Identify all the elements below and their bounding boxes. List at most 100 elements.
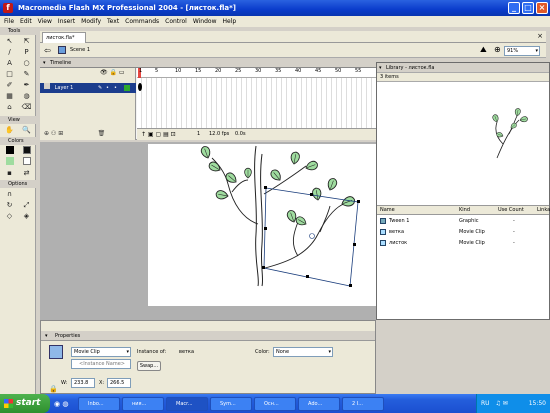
swap-button[interactable]: Swap... [137, 361, 161, 371]
subselect-tool-icon[interactable]: ⇱ [18, 36, 35, 47]
menu-modify[interactable]: Modify [81, 18, 101, 25]
library-item-count: 3 items [377, 73, 549, 82]
library-title[interactable]: ▾ Library - листок.fla [377, 63, 549, 73]
free-transform-tool-icon[interactable]: ▦ [1, 91, 18, 102]
tray-icons[interactable]: ♫ ✉ [495, 400, 507, 407]
col-name[interactable]: Name [380, 206, 395, 215]
layer-tool-icons[interactable]: ⊕ ⚇ ⊞ 🗑 [44, 130, 105, 137]
instance-of-value: ветка [179, 349, 195, 355]
symbol-behavior-select[interactable]: Movie Clip ▾ [71, 347, 131, 357]
menu-insert[interactable]: Insert [58, 18, 75, 25]
library-preview [377, 82, 549, 206]
maximize-button[interactable]: □ [522, 2, 534, 14]
properties-header[interactable]: ▾ Properties [41, 331, 375, 341]
menu-edit[interactable]: Edit [20, 18, 32, 25]
menu-window[interactable]: Window [193, 18, 217, 25]
fill-transform-tool-icon[interactable]: ◍ [18, 91, 35, 102]
distort-icon[interactable]: ◇ [1, 211, 18, 222]
col-kind[interactable]: Kind [459, 206, 470, 215]
rotate-skew-icon[interactable]: ↻ [1, 200, 18, 211]
taskbar-item[interactable]: Macr... [166, 396, 208, 411]
document-tab[interactable]: листок.fla* [42, 32, 86, 43]
minimize-button[interactable]: _ [508, 2, 520, 14]
width-field[interactable]: 233.8 [71, 378, 95, 388]
stroke-color-icon[interactable] [1, 146, 18, 157]
selected-instance[interactable] [262, 176, 360, 287]
oval-tool-icon[interactable]: ○ [18, 58, 35, 69]
language-indicator[interactable]: RU [481, 400, 490, 407]
view-header: View [0, 116, 36, 124]
instance-name-input[interactable]: <Instance Name> [71, 359, 131, 369]
eraser-tool-icon[interactable]: ⌫ [18, 102, 35, 113]
start-button[interactable]: start [0, 394, 50, 413]
width-label: W: [61, 380, 68, 386]
x-field[interactable]: 266.5 [107, 378, 131, 388]
envelope-icon[interactable]: ◈ [18, 211, 35, 222]
scene-name: Scene 1 [70, 47, 91, 53]
current-frame: 1 [197, 131, 201, 137]
taskbar-item[interactable]: Ado... [298, 396, 340, 411]
movie-clip-icon [49, 345, 63, 359]
options-header: Options [0, 180, 36, 188]
col-linkage[interactable]: Linka [537, 206, 550, 215]
scene-icon [58, 46, 66, 54]
color-effect-select[interactable]: None ▾ [273, 347, 333, 357]
menu-commands[interactable]: Commands [125, 18, 159, 25]
library-item[interactable]: листок Movie Clip - [377, 238, 549, 248]
onion-skin-icons[interactable]: ↑ ▣ ▢ ▤ ⊡ [141, 129, 176, 140]
swap-colors-icon[interactable]: ⇄ [18, 168, 35, 179]
scale-icon[interactable]: ⤢ [18, 200, 35, 211]
taskbar-item[interactable]: Осн... [254, 396, 296, 411]
rectangle-tool-icon[interactable]: □ [1, 69, 18, 80]
layer-row[interactable]: Layer 1 ✎ • • [40, 83, 136, 93]
frame-rate: 12.0 fps [209, 131, 230, 137]
menu-text[interactable]: Text [107, 18, 119, 25]
menu-control[interactable]: Control [165, 18, 187, 25]
menu-help[interactable]: Help [223, 18, 237, 25]
line-tool-icon[interactable]: / [1, 47, 18, 58]
x-label: X: [99, 380, 105, 386]
arrow-tool-icon[interactable]: ↖ [1, 36, 18, 47]
taskbar-item[interactable]: ния... [122, 396, 164, 411]
branch-drawing[interactable] [148, 144, 376, 306]
library-item[interactable]: Tween 1 Graphic - [377, 216, 549, 226]
edit-symbol-icon[interactable]: ⊕ [494, 45, 501, 54]
library-item[interactable]: ветка Movie Clip - [377, 227, 549, 237]
zoom-tool-icon[interactable]: 🔍 [18, 125, 35, 136]
taskbar-item[interactable]: 2 I... [342, 396, 384, 411]
back-arrow-icon[interactable]: ⇦ [44, 46, 51, 55]
edit-bar: ⇦ Scene 1 ⛰ ⊕ 91% ▾ [40, 43, 546, 58]
library-columns: Name Kind Use Count Linka [377, 206, 550, 215]
fill-swatch[interactable] [18, 157, 35, 168]
col-use-count[interactable]: Use Count [498, 206, 524, 215]
paint-bucket-tool-icon[interactable]: ⌂ [1, 102, 18, 113]
timeline-header[interactable]: ▾ Timeline [40, 58, 376, 68]
lasso-tool-icon[interactable]: P [18, 47, 35, 58]
taskbar-item[interactable]: Inbo... [78, 396, 120, 411]
brush-tool-icon[interactable]: ✐ [1, 80, 18, 91]
pen-tool-icon[interactable]: ✒ [18, 80, 35, 91]
snap-magnet-icon[interactable]: ∩ [1, 189, 18, 200]
frame-ruler[interactable]: 1 5 10 15 20 25 30 35 40 45 50 55 [137, 68, 376, 130]
pencil-tool-icon[interactable]: ✎ [18, 69, 35, 80]
text-tool-icon[interactable]: A [1, 58, 18, 69]
lock-icon[interactable]: 🔒 [49, 385, 58, 393]
layer-column-icons: 👁 🔒 ▭ [100, 69, 125, 76]
menu-view[interactable]: View [38, 18, 52, 25]
close-button[interactable]: × [536, 2, 548, 14]
library-panel: ▾ Library - листок.fla 3 items Name Kind… [376, 62, 550, 320]
stroke-swatch[interactable] [18, 146, 35, 157]
taskbar-item[interactable]: Sym... [210, 396, 252, 411]
stage[interactable] [148, 144, 376, 306]
window-title: Macromedia Flash MX Professional 2004 - … [18, 4, 236, 12]
zoom-select[interactable]: 91% ▾ [504, 46, 540, 56]
edit-scene-icon[interactable]: ⛰ [480, 45, 487, 55]
menu-file[interactable]: File [4, 18, 14, 25]
close-document-icon[interactable]: × [537, 32, 543, 40]
quicklaunch-icons[interactable]: ◉ ◍ [50, 400, 76, 408]
hand-tool-icon[interactable]: ✋ [1, 125, 18, 136]
fill-color-icon[interactable] [1, 157, 18, 168]
black-white-icon[interactable]: ▪ [1, 168, 18, 179]
keyframe[interactable] [138, 83, 142, 91]
flash-app-icon: f [3, 3, 13, 13]
